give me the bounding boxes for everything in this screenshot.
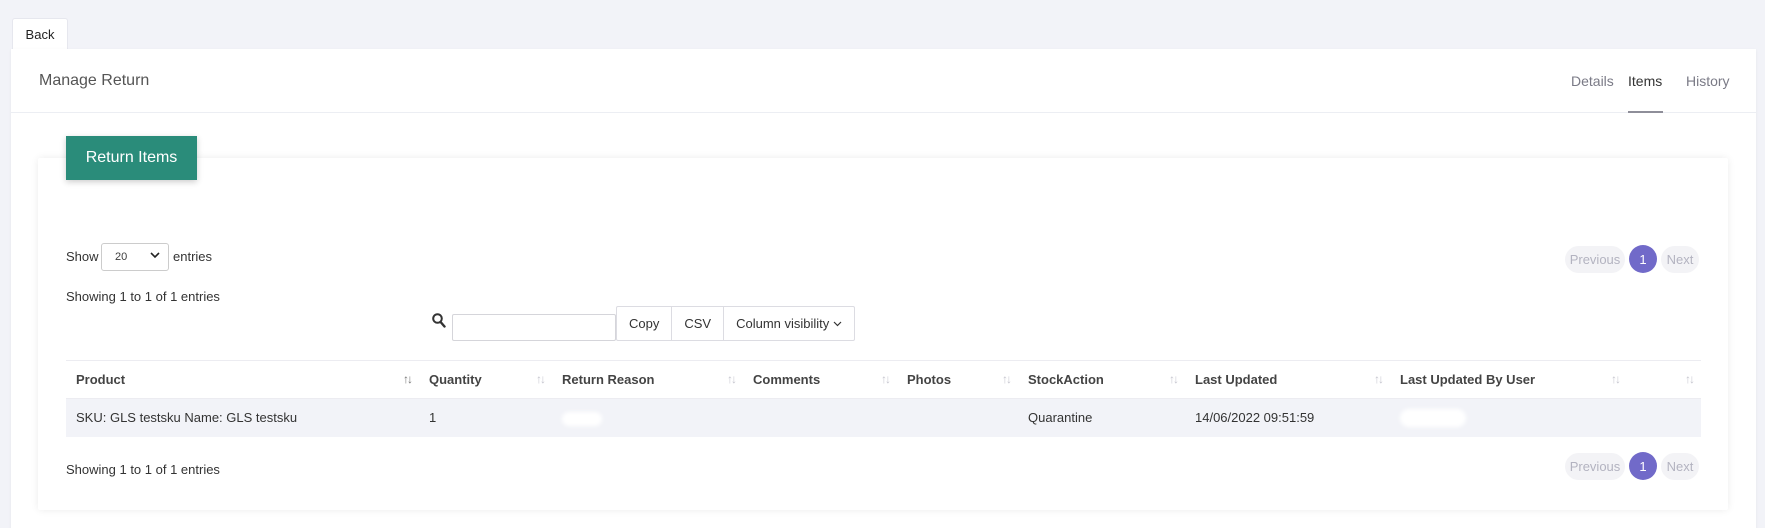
- sort-icon: ↑↓: [1685, 372, 1695, 386]
- table-info-bottom: Showing 1 to 1 of 1 entries: [66, 462, 220, 477]
- entries-length-value: 20: [115, 251, 128, 263]
- cell-quantity: 1: [419, 398, 552, 437]
- table-row: SKU: GLS testsku Name: GLS testsku 1 Qua…: [66, 398, 1701, 437]
- tab-history[interactable]: History: [1686, 73, 1730, 89]
- column-visibility-label: Column visibility: [736, 316, 830, 331]
- copy-button[interactable]: Copy: [617, 307, 673, 340]
- cell-product: SKU: GLS testsku Name: GLS testsku: [66, 398, 419, 437]
- redacted-return-reason: [562, 411, 602, 426]
- column-header-comments[interactable]: Comments ↑↓: [743, 360, 897, 399]
- entries-length-select[interactable]: 20: [101, 243, 169, 271]
- column-label: Comments: [753, 372, 821, 387]
- sort-icon: ↑↓: [727, 372, 737, 386]
- pagination-previous[interactable]: Previous: [1565, 452, 1625, 480]
- pagination-bottom: Previous 1 Next: [1565, 452, 1699, 480]
- column-label: Last Updated By User: [1400, 372, 1536, 387]
- pagination-previous[interactable]: Previous: [1565, 245, 1625, 273]
- table-info-top: Showing 1 to 1 of 1 entries: [66, 289, 220, 304]
- column-header-last-updated-by-user[interactable]: Last Updated By User ↑↓: [1390, 360, 1627, 399]
- search-icon: [432, 313, 446, 329]
- column-visibility-button[interactable]: Column visibility: [724, 307, 854, 340]
- column-header-return-reason[interactable]: Return Reason ↑↓: [552, 360, 743, 399]
- column-label: Return Reason: [562, 372, 655, 387]
- cell-stock-action: Quarantine: [1018, 398, 1185, 437]
- column-header-photos[interactable]: Photos ↑↓: [897, 360, 1018, 399]
- sort-icon: ↑↓: [1002, 372, 1012, 386]
- cell-comments: [743, 398, 897, 437]
- cell-return-reason: [552, 398, 743, 437]
- cell-photos: [897, 398, 1018, 437]
- column-header-product[interactable]: Product ↑↓: [66, 360, 419, 399]
- search-input[interactable]: [452, 314, 616, 341]
- tab-items[interactable]: Items: [1628, 73, 1662, 89]
- column-header-quantity[interactable]: Quantity ↑↓: [419, 360, 552, 399]
- sort-ascending-icon: ↑↓: [403, 372, 413, 386]
- column-label: Quantity: [429, 372, 482, 387]
- sort-icon: ↑↓: [536, 372, 546, 386]
- chevron-down-icon: [833, 321, 842, 327]
- pagination-next[interactable]: Next: [1661, 245, 1699, 273]
- cell-last-updated-by: [1390, 398, 1627, 437]
- show-label: Show: [66, 249, 99, 264]
- sort-icon: ↑↓: [1374, 372, 1384, 386]
- column-label: Product: [76, 372, 126, 387]
- sort-icon: ↑↓: [1169, 372, 1179, 386]
- sort-icon: ↑↓: [881, 372, 891, 386]
- table-header-row: Product ↑↓ Quantity ↑↓ Return Reason ↑↓ Com…: [66, 360, 1701, 399]
- chevron-down-icon: [150, 250, 160, 263]
- tab-details[interactable]: Details: [1571, 73, 1614, 89]
- pagination-page-1[interactable]: 1: [1629, 452, 1657, 480]
- column-label: Photos: [907, 372, 952, 387]
- back-button[interactable]: Back: [12, 18, 68, 50]
- pagination-page-1[interactable]: 1: [1629, 245, 1657, 273]
- column-header-stock-action[interactable]: StockAction ↑↓: [1018, 360, 1185, 399]
- cell-actions: [1627, 398, 1701, 437]
- column-header-actions[interactable]: ↑↓: [1627, 360, 1701, 399]
- return-items-panel: [38, 158, 1728, 510]
- column-label: Last Updated: [1195, 372, 1278, 387]
- return-items-heading-button[interactable]: Return Items: [66, 136, 197, 180]
- pagination-top: Previous 1 Next: [1565, 245, 1699, 273]
- csv-button[interactable]: CSV: [672, 307, 725, 340]
- redacted-user: [1400, 408, 1466, 427]
- column-header-last-updated[interactable]: Last Updated ↑↓: [1185, 360, 1390, 399]
- pagination-next[interactable]: Next: [1661, 452, 1699, 480]
- entries-label: entries: [173, 249, 213, 264]
- return-items-table: Product ↑↓ Quantity ↑↓ Return Reason ↑↓ Com…: [66, 360, 1701, 437]
- sort-icon: ↑↓: [1611, 372, 1621, 386]
- card-header: Manage Return Details Items History: [11, 49, 1756, 113]
- active-tab-indicator: [1628, 111, 1663, 113]
- table-buttons: Copy CSV Column visibility: [616, 306, 856, 341]
- cell-last-updated: 14/06/2022 09:51:59: [1185, 398, 1390, 437]
- page-title: Manage Return: [39, 72, 150, 89]
- column-label: StockAction: [1028, 372, 1104, 387]
